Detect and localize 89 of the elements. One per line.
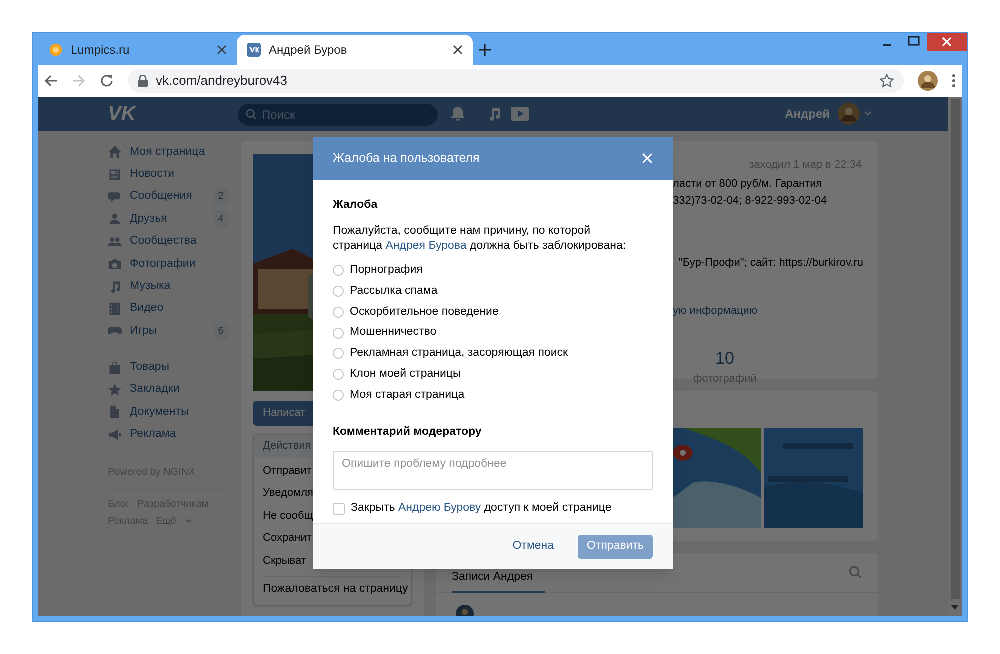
section-heading: Жалоба <box>333 198 379 213</box>
sidebar-item[interactable]: Реклама <box>108 424 228 446</box>
comment-field[interactable]: Опишите проблему подробнее <box>333 451 653 490</box>
sidebar-item[interactable]: Музыка <box>108 275 228 298</box>
avatar[interactable] <box>918 71 938 91</box>
counter-value[interactable]: 10 <box>716 346 734 371</box>
sidebar-item[interactable]: Моя страница <box>108 141 228 164</box>
radio-option[interactable]: Оскорбительное поведение <box>333 302 653 323</box>
person-icon <box>108 212 122 226</box>
browser-tab[interactable]: Андрей Буров <box>237 35 473 65</box>
counter-badge: 6 <box>214 322 228 340</box>
sidebar-item[interactable]: Товары <box>108 356 228 379</box>
search-field[interactable]: Поиск <box>238 104 438 126</box>
chat-bubble-icon <box>108 190 122 204</box>
counter-badge: 2 <box>214 188 228 206</box>
favicon-icon <box>49 43 63 57</box>
menu-item[interactable]: Пожаловаться на страницу <box>254 576 411 603</box>
prompt-text: Пожалуйста, сообщите нам причину, по которой страница Андрея Бурова должна быть заблокирована: <box>333 224 628 254</box>
profile-link[interactable]: Андрею Бурову <box>398 502 482 514</box>
search-icon <box>246 108 257 120</box>
status-text: 332)73-02-04; 8-922-993-02-04 <box>673 194 828 208</box>
radio-button[interactable] <box>333 390 344 401</box>
profile-link[interactable]: Андрея Бурова <box>386 240 467 252</box>
radio-option[interactable]: Порнография <box>333 260 653 282</box>
bell-icon[interactable] <box>450 106 466 122</box>
newspaper-icon <box>108 168 122 182</box>
field-label: Комментарий модератору <box>333 424 483 440</box>
close-icon[interactable] <box>927 33 967 51</box>
sidebar-item[interactable]: Закладки <box>108 378 228 402</box>
search-icon[interactable] <box>849 566 862 579</box>
chevron-down-icon[interactable] <box>864 111 872 117</box>
close-icon[interactable] <box>217 45 227 55</box>
status-text: ласти от 800 руб/м. Гарантия <box>673 176 824 192</box>
radio-option[interactable]: Рассылка спама <box>333 281 653 302</box>
radio-option[interactable]: Рекламная страница, засоряющая поиск <box>333 343 653 364</box>
vk-logo[interactable]: VK <box>108 99 238 129</box>
radio-button[interactable] <box>333 306 344 318</box>
star-icon <box>108 383 122 398</box>
url-text: vk.com/andreyburov43 <box>156 72 289 90</box>
people-icon <box>108 234 122 249</box>
home-icon <box>108 145 122 160</box>
back-arrow-icon[interactable] <box>44 74 58 88</box>
chevron-down-icon[interactable] <box>184 519 192 524</box>
menu-item[interactable]: Скрыват <box>263 552 306 569</box>
bag-icon <box>108 360 122 375</box>
star-icon[interactable] <box>880 74 894 88</box>
show-more-link[interactable]: ую информацию <box>673 303 862 320</box>
browser-tab[interactable]: Lumpics.ru <box>39 35 237 65</box>
radio-button[interactable] <box>333 369 344 380</box>
plus-icon[interactable] <box>479 44 491 56</box>
lock-icon <box>138 75 148 87</box>
megaphone-icon <box>108 428 122 442</box>
sidebar-item[interactable]: Сообщества <box>108 230 228 253</box>
menu-item[interactable]: Не сообщ <box>263 508 314 524</box>
radio-option[interactable]: Клон моей страницы <box>333 364 653 386</box>
checkbox-label: Закрыть Андрею Бурову доступ к моей странице <box>351 501 612 516</box>
menu-icon[interactable] <box>952 74 956 88</box>
radio-button[interactable] <box>333 348 344 360</box>
reload-icon[interactable] <box>100 74 114 88</box>
sidebar-item[interactable]: Игры 6 <box>108 320 228 343</box>
radio-option[interactable]: Мошенничество <box>333 322 653 344</box>
checkbox-option[interactable]: Закрыть Андрею Бурову доступ к моей странице <box>333 500 653 518</box>
camera-icon <box>108 257 122 272</box>
address-field[interactable]: vk.com/andreyburov43 <box>128 69 904 93</box>
sidebar-item[interactable]: Фотографии <box>108 252 228 276</box>
menu-item[interactable]: Сохранит <box>263 530 312 547</box>
film-icon <box>108 302 122 316</box>
down-arrow-icon[interactable] <box>951 605 959 611</box>
sidebar-item[interactable]: Друзья 4 <box>108 208 228 231</box>
radio-button[interactable] <box>333 328 344 339</box>
sidebar-item[interactable]: Видео <box>108 298 228 320</box>
video-icon[interactable] <box>510 106 530 122</box>
checkbox[interactable] <box>333 502 345 515</box>
sidebar-item[interactable]: Новости <box>108 163 228 186</box>
menu-item[interactable]: Уведомля <box>263 485 314 502</box>
close-icon[interactable] <box>453 45 463 55</box>
radio-button[interactable] <box>333 265 344 276</box>
radio-button[interactable] <box>333 286 344 297</box>
user-name[interactable]: Андрей <box>785 105 830 123</box>
favicon-icon <box>247 43 261 57</box>
dialog-title: Жалоба на пользователя <box>333 150 480 168</box>
document-icon <box>108 405 122 420</box>
sidebar-item[interactable]: Документы <box>108 401 228 424</box>
sidebar-item[interactable]: Сообщения 2 <box>108 186 228 208</box>
company-text: "Бур-Профи"; сайт: https://burkirov.ru <box>679 256 862 270</box>
write-message-button[interactable]: Написат <box>253 401 313 426</box>
counter-badge: 4 <box>214 210 228 228</box>
menu-item[interactable]: Отправит <box>263 462 312 480</box>
radio-option[interactable]: Моя старая страница <box>333 385 653 406</box>
